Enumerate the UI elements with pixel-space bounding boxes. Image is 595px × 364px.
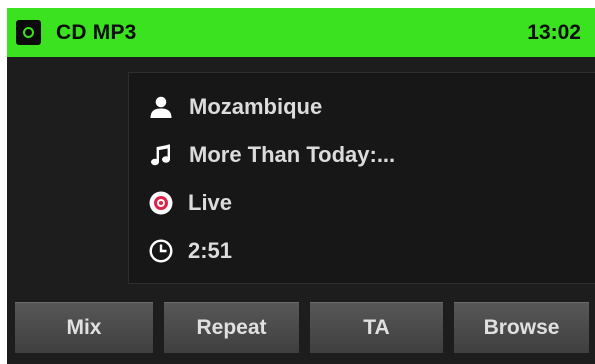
elapsed-time-row: 2:51 xyxy=(149,235,589,267)
radio-screen: CD MP3 13:02 Mozambique More Than Today:… xyxy=(7,8,595,364)
music-note-icon xyxy=(151,144,170,166)
ta-button[interactable]: TA xyxy=(310,302,443,353)
track-title-row: More Than Today:... xyxy=(149,139,589,171)
track-title: More Than Today:... xyxy=(189,142,396,167)
softkey-bar: Mix Repeat TA Browse xyxy=(7,302,595,354)
clock: 13:02 xyxy=(527,21,581,44)
track-info-panel: Mozambique More Than Today:... Live 2:51 xyxy=(128,72,595,284)
source-title: CD MP3 xyxy=(56,21,137,44)
mix-button[interactable]: Mix xyxy=(15,302,153,353)
cd-icon xyxy=(16,20,41,45)
repeat-button[interactable]: Repeat xyxy=(164,302,299,353)
album-row: Live xyxy=(149,187,589,219)
browse-button[interactable]: Browse xyxy=(454,302,589,353)
elapsed-time: 2:51 xyxy=(188,238,233,263)
album-name: Live xyxy=(188,190,233,215)
person-icon xyxy=(150,96,172,118)
artist-name: Mozambique xyxy=(189,94,323,119)
status-bar: CD MP3 13:02 xyxy=(7,8,595,57)
clock-icon xyxy=(149,239,173,263)
artist-row: Mozambique xyxy=(149,91,589,123)
disc-icon xyxy=(149,191,173,215)
